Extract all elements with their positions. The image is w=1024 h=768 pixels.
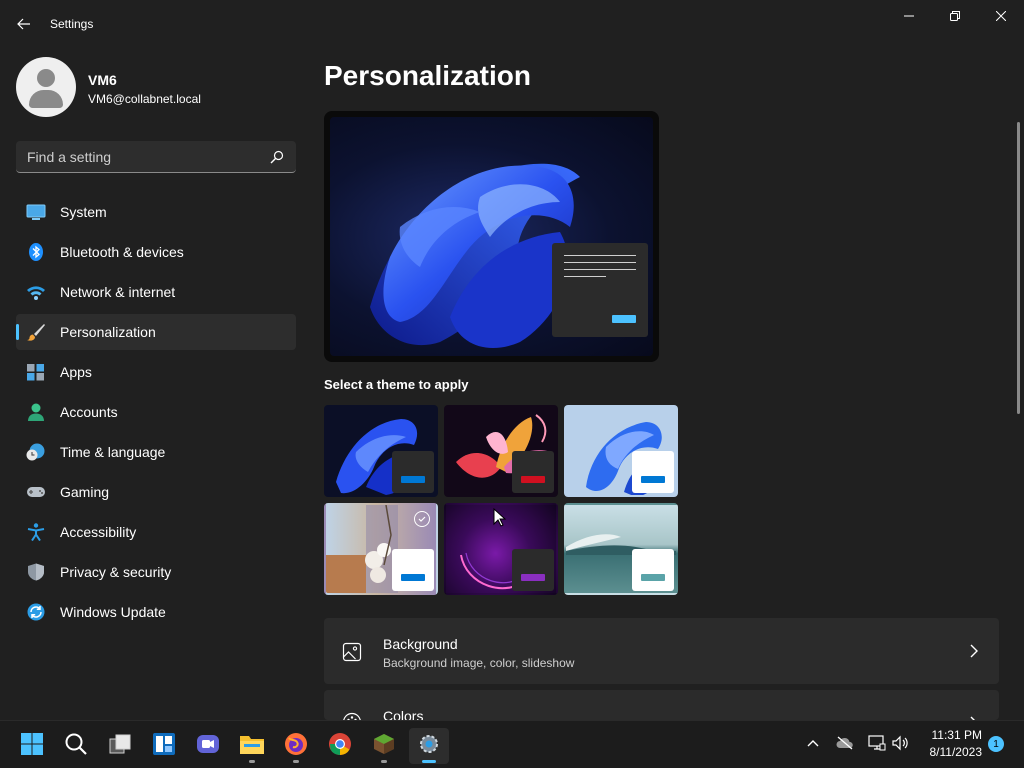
colors-card[interactable]: Colors <box>324 690 999 720</box>
file-explorer-icon <box>240 736 264 754</box>
back-button[interactable] <box>12 12 36 36</box>
onedrive-tray-button[interactable] <box>836 734 854 752</box>
user-name: VM6 <box>88 72 117 88</box>
sidebar-nav: System Bluetooth & devices Network & int… <box>16 194 296 634</box>
speaker-icon <box>892 735 908 751</box>
close-button[interactable] <box>978 4 1024 28</box>
clock-date[interactable]: 8/11/2023 <box>922 745 983 759</box>
person-icon <box>28 403 44 421</box>
paintbrush-icon <box>27 324 45 341</box>
palette-icon <box>343 712 361 720</box>
theme-heading: Select a theme to apply <box>324 377 469 392</box>
sidebar-item-accessibility[interactable]: Accessibility <box>16 514 296 550</box>
sidebar-item-apps[interactable]: Apps <box>16 354 296 390</box>
firefox-button[interactable] <box>282 730 310 758</box>
widgets-button[interactable] <box>150 730 178 758</box>
firefox-icon <box>285 733 307 755</box>
restore-button[interactable] <box>932 4 978 28</box>
minimize-icon <box>904 15 914 17</box>
sidebar-item-bluetooth-devices[interactable]: Bluetooth & devices <box>16 234 296 270</box>
title-bar: Settings <box>0 0 1024 48</box>
update-icon <box>27 603 45 621</box>
start-icon <box>21 733 43 755</box>
selected-check-icon <box>414 511 430 527</box>
start-button[interactable] <box>18 730 46 758</box>
network-icon <box>868 735 886 751</box>
image-icon <box>342 642 362 662</box>
bluetooth-icon <box>29 243 43 261</box>
theme-preview <box>324 111 659 362</box>
chevron-right-icon <box>970 644 978 658</box>
main-scrollbar[interactable] <box>1017 122 1020 414</box>
search-placeholder: Find a setting <box>27 149 112 165</box>
accessibility-icon <box>27 523 45 541</box>
minecraft-button[interactable] <box>370 730 398 758</box>
sidebar-item-gaming[interactable]: Gaming <box>16 474 296 510</box>
system-icon <box>26 204 46 220</box>
gamepad-icon <box>27 487 45 497</box>
search-icon <box>65 733 87 755</box>
sidebar-item-network-internet[interactable]: Network & internet <box>16 274 296 310</box>
sidebar-item-system[interactable]: System <box>16 194 296 230</box>
search-icon <box>270 150 284 164</box>
chrome-button[interactable] <box>326 730 354 758</box>
teams-chat-icon <box>197 735 219 753</box>
shield-icon <box>28 563 44 581</box>
background-card[interactable]: Background Background image, color, slid… <box>324 618 999 684</box>
theme-tile-glow[interactable] <box>444 405 558 497</box>
minecraft-icon <box>374 734 394 754</box>
user-email: VM6@collabnet.local <box>88 92 201 106</box>
globe-clock-icon <box>26 443 45 461</box>
theme-tile-windows-dark[interactable] <box>324 405 438 497</box>
avatar[interactable] <box>16 57 76 117</box>
taskbar-search-button[interactable] <box>62 730 90 758</box>
sidebar-item-time-language[interactable]: Time & language <box>16 434 296 470</box>
window-title: Settings <box>50 17 94 31</box>
show-hidden-icons-button[interactable] <box>804 734 822 752</box>
theme-tile-captured-motion[interactable] <box>324 503 438 595</box>
theme-tile-windows-light[interactable] <box>564 405 678 497</box>
chrome-icon <box>329 733 351 755</box>
widgets-icon <box>153 733 175 755</box>
notification-badge[interactable]: 1 <box>988 736 1004 752</box>
mouse-cursor-icon <box>493 508 507 527</box>
apps-icon <box>27 364 44 381</box>
sidebar-item-windows-update[interactable]: Windows Update <box>16 594 296 630</box>
settings-icon <box>420 735 438 753</box>
theme-grid <box>324 405 680 597</box>
preview-window-mockup <box>552 243 648 337</box>
theme-tile-sunrise[interactable] <box>564 503 678 595</box>
settings-button[interactable] <box>415 730 443 758</box>
sidebar-item-accounts[interactable]: Accounts <box>16 394 296 430</box>
page-title: Personalization <box>324 60 531 91</box>
file-explorer-button[interactable] <box>238 730 266 758</box>
volume-tray-button[interactable] <box>891 734 909 752</box>
back-arrow-icon <box>17 18 30 30</box>
sidebar-item-personalization[interactable]: Personalization <box>16 314 296 350</box>
close-icon <box>996 11 1006 21</box>
network-tray-button[interactable] <box>868 734 886 752</box>
clock-time[interactable]: 11:31 PM <box>930 728 982 742</box>
chevron-up-icon <box>807 740 819 747</box>
search-input[interactable]: Find a setting <box>16 141 296 173</box>
task-view-icon <box>109 734 131 754</box>
sidebar-item-privacy-security[interactable]: Privacy & security <box>16 554 296 590</box>
teams-chat-button[interactable] <box>194 730 222 758</box>
cloud-offline-icon <box>836 736 853 750</box>
task-view-button[interactable] <box>106 730 134 758</box>
wifi-icon <box>27 286 45 300</box>
restore-icon <box>950 11 960 21</box>
minimize-button[interactable] <box>886 4 932 28</box>
